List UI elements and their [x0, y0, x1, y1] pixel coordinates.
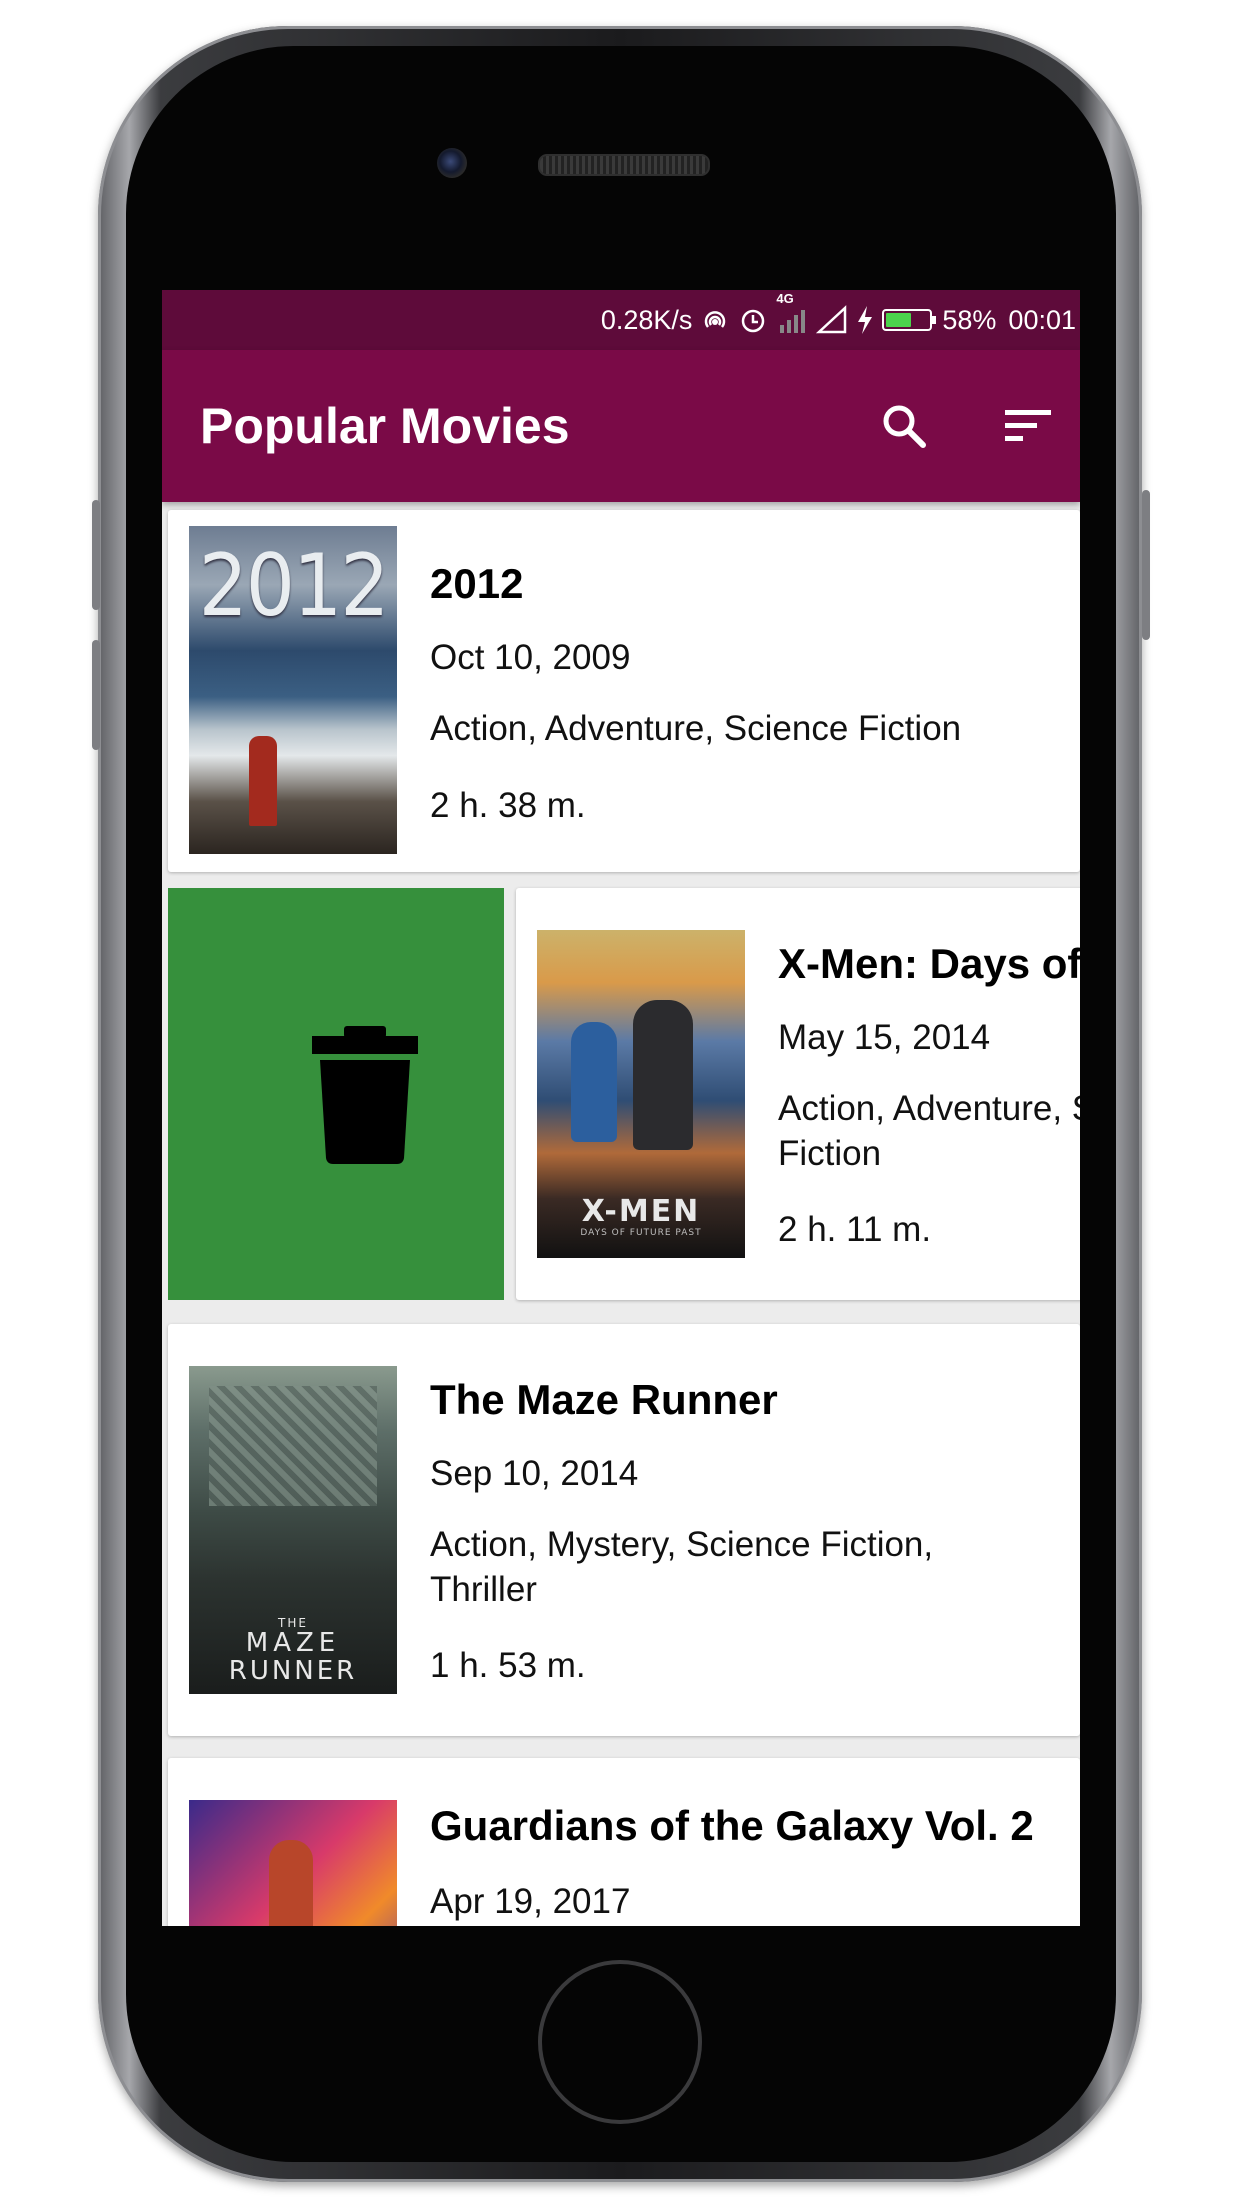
movie-title: 2012: [430, 560, 524, 607]
movie-list[interactable]: 2012 2012 Oct 10, 2009 Action, Adventure…: [162, 502, 1080, 1926]
power-button: [1142, 490, 1150, 640]
movie-title: The Maze Runner: [430, 1376, 778, 1423]
network-type-label: 4G: [776, 291, 794, 306]
movie-duration: 2 h. 38 m.: [430, 786, 586, 825]
poster-title: 2012: [198, 536, 390, 636]
movie-genres-line: Action, Mystery, Science Fiction,: [430, 1525, 934, 1564]
app-screen: 0.28K/s 4G 58% 00:01 Popular Movies 2012…: [162, 290, 1080, 1926]
movie-card[interactable]: THE MAZE RUNNER The Maze Runner Sep 10, …: [168, 1324, 1080, 1736]
poster-title: MAZE: [245, 1628, 341, 1658]
release-date: Oct 10, 2009: [430, 638, 631, 677]
movie-genres-line: Action, Adventure, S: [778, 1089, 1080, 1128]
front-camera-icon: [437, 148, 467, 178]
movie-title: Guardians of the Galaxy Vol. 2: [430, 1802, 1034, 1849]
movie-genres: Action, Adventure, Science Fiction: [430, 709, 962, 748]
movie-title: X-Men: Days of F: [778, 940, 1080, 987]
movie-poster: X-MEN DAYS OF FUTURE PAST: [537, 930, 745, 1258]
movie-genres-line: Thriller: [430, 1570, 537, 1609]
app-toolbar: Popular Movies: [162, 350, 1080, 502]
charging-icon: [856, 305, 874, 335]
signal-4g-icon: 4G: [776, 291, 808, 335]
search-icon: [883, 405, 926, 448]
movie-card[interactable]: Guardians of the Galaxy Vol. 2 Apr 19, 2…: [168, 1758, 1080, 1926]
volume-button: [92, 640, 100, 750]
poster-subtitle: DAYS OF FUTURE PAST: [580, 1228, 702, 1238]
movie-duration: 2 h. 11 m.: [778, 1210, 932, 1249]
movie-poster: 2012: [189, 526, 397, 854]
swipe-delete-background[interactable]: [168, 888, 504, 1300]
poster-title: RUNNER: [228, 1656, 358, 1686]
alarm-icon: [738, 305, 768, 335]
search-button[interactable]: [874, 396, 934, 456]
poster-figure: [249, 736, 277, 826]
poster-figure: [269, 1840, 313, 1926]
movie-card[interactable]: 2012 2012 Oct 10, 2009 Action, Adventure…: [168, 510, 1080, 872]
clock: 00:01: [1008, 304, 1076, 335]
signal-icon: [816, 305, 848, 335]
earpiece-speaker: [538, 154, 710, 176]
battery-percentage: 58%: [942, 304, 997, 335]
poster-title: X-MEN: [581, 1194, 701, 1229]
poster-figure: [633, 1000, 693, 1150]
status-bar: 0.28K/s 4G 58% 00:01: [162, 290, 1080, 350]
sort-button[interactable]: [998, 396, 1058, 456]
movie-genres-line: Fiction: [778, 1134, 882, 1173]
trash-icon: [312, 1026, 418, 1164]
release-date: Sep 10, 2014: [430, 1454, 639, 1493]
movie-poster: [189, 1800, 397, 1926]
movie-poster: THE MAZE RUNNER: [189, 1366, 397, 1694]
home-button[interactable]: [538, 1960, 702, 2124]
poster-maze: [209, 1386, 377, 1506]
release-date: May 15, 2014: [778, 1018, 991, 1057]
movie-card[interactable]: X-MEN DAYS OF FUTURE PAST X-Men: Days of…: [516, 888, 1080, 1300]
hotspot-icon: [700, 305, 730, 335]
volume-button: [92, 500, 100, 610]
battery-icon: [882, 309, 937, 331]
page-title: Popular Movies: [200, 398, 570, 454]
network-speed: 0.28K/s: [600, 304, 693, 335]
release-date: Apr 19, 2017: [430, 1882, 631, 1921]
poster-figure: [571, 1022, 617, 1142]
movie-duration: 1 h. 53 m.: [430, 1646, 586, 1685]
sort-icon: [1005, 410, 1051, 441]
